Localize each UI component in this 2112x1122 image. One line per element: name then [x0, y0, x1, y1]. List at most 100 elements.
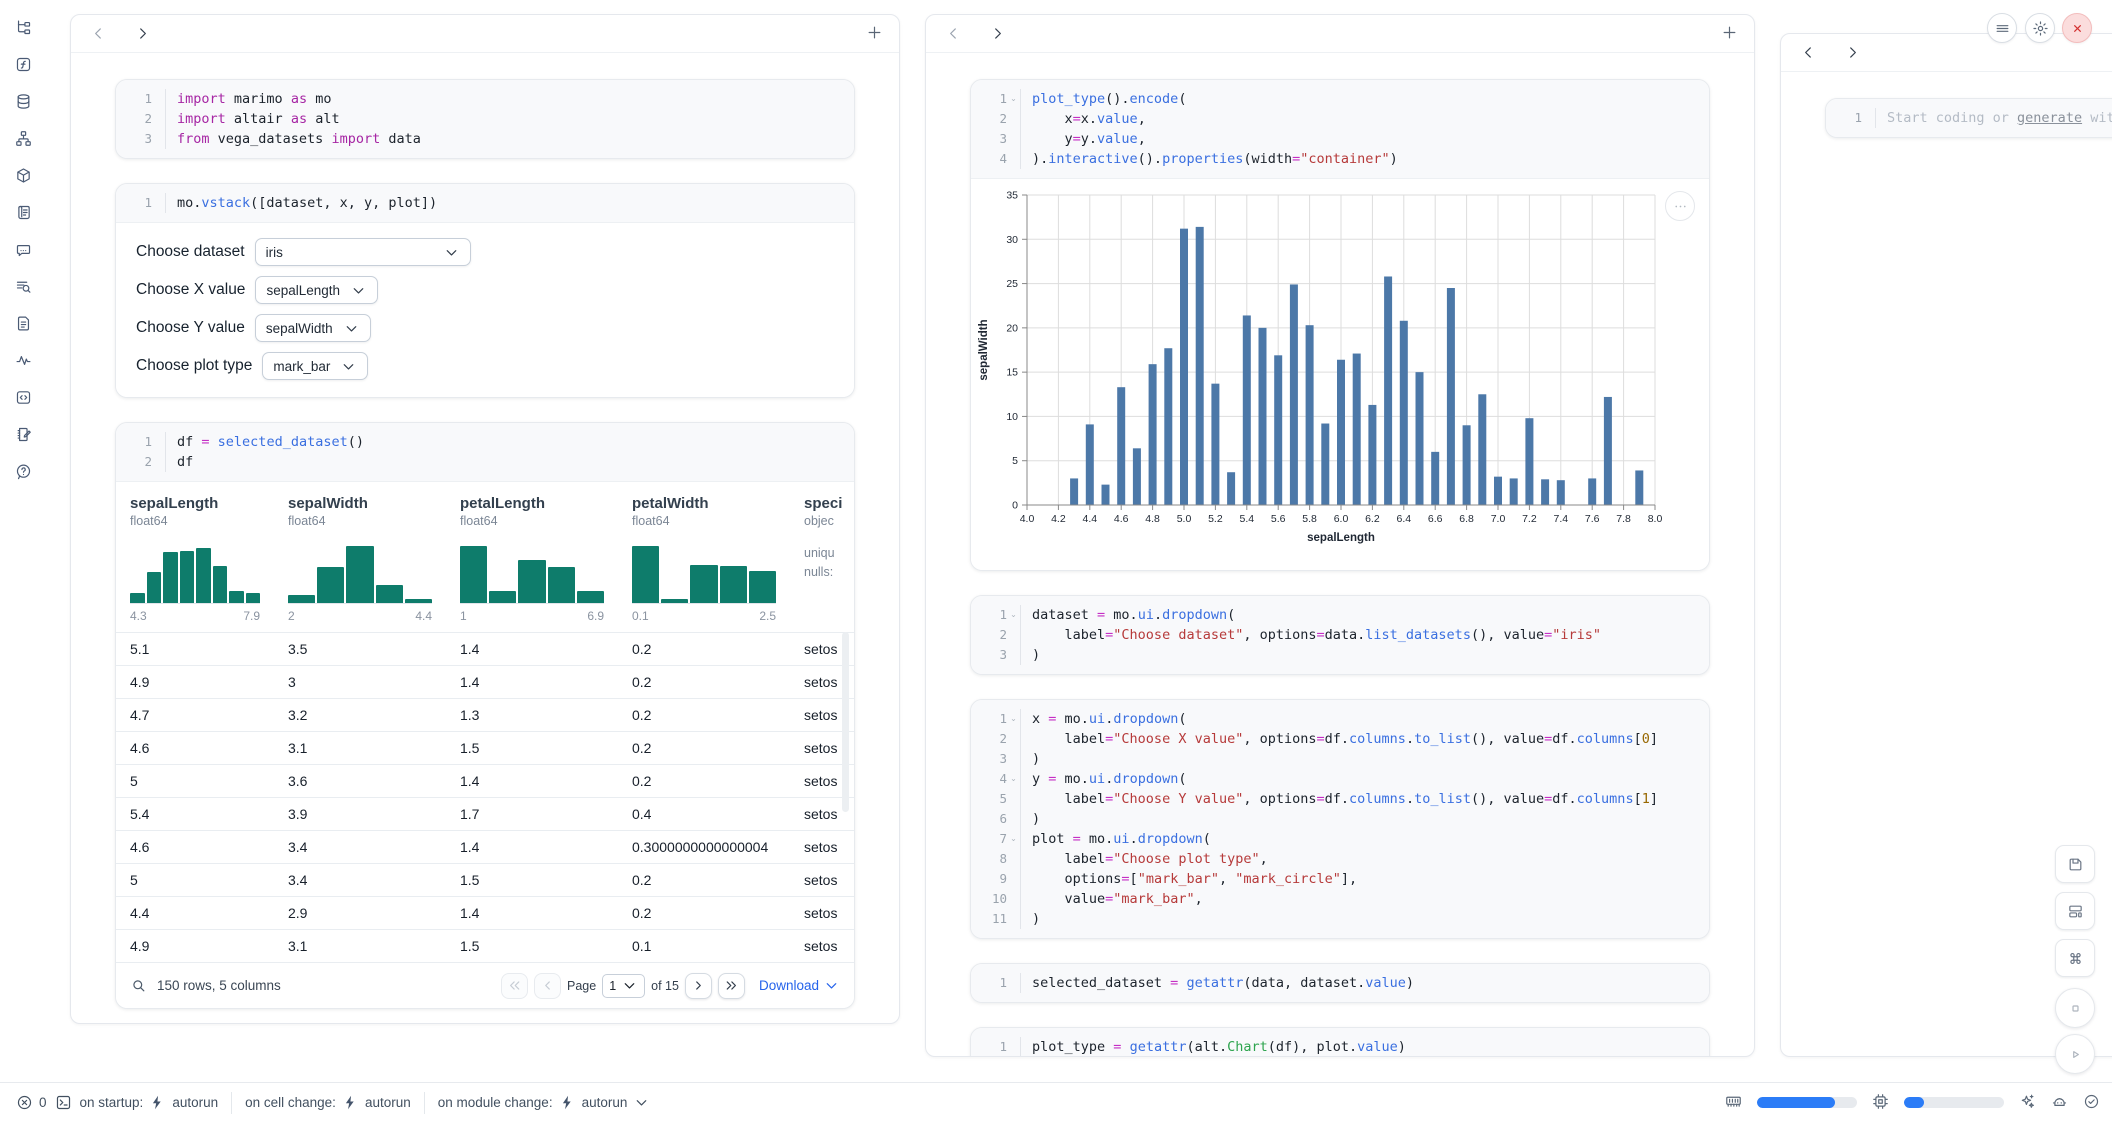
ai-assistant-button[interactable]	[2019, 1093, 2036, 1113]
fold-toggle-icon[interactable]: ⌄	[1007, 605, 1020, 625]
notebook-menu-button[interactable]	[1987, 13, 2017, 43]
code-cell-dataframe: 1df = selected_dataset()2df sepalLengthf…	[115, 422, 855, 1009]
table-column-header[interactable]: petalWidthfloat640.12.5	[618, 495, 790, 623]
code-editor[interactable]: 1⌄dataset = mo.ui.dropdown(2 label="Choo…	[971, 596, 1709, 674]
activity-pulse-icon	[15, 352, 32, 369]
sidebar-functions-button[interactable]	[8, 53, 38, 76]
code-editor[interactable]: 1⌄plot_type().encode(2 x=x.value,3 y=y.v…	[971, 80, 1709, 178]
table-column-header[interactable]: sepalWidthfloat6424.4	[274, 495, 446, 623]
code-line: 3from vega_datasets import data	[120, 129, 842, 149]
panel-next-button[interactable]	[1841, 42, 1863, 64]
run-all-button[interactable]	[2055, 1034, 2095, 1074]
terminal-button[interactable]	[51, 1094, 76, 1111]
close-panel-button[interactable]	[2062, 13, 2092, 43]
sidebar-chat-bot-button[interactable]	[8, 238, 38, 261]
table-cell: 0.2	[618, 707, 790, 723]
table-column-header[interactable]: sepalLengthfloat644.37.9	[116, 495, 274, 623]
code-text: x = mo.ui.dropdown(	[1020, 709, 1187, 729]
code-text: plot_type().encode(	[1020, 89, 1186, 109]
stop-button[interactable]	[2055, 988, 2095, 1028]
add-cell-button[interactable]	[866, 24, 883, 44]
table-scrollbar[interactable]	[842, 632, 849, 812]
page-select[interactable]: 1	[602, 974, 645, 998]
generate-link[interactable]: generate	[2017, 110, 2082, 126]
code-editor[interactable]: 1Start coding or generate with	[1826, 99, 2112, 137]
code-editor[interactable]: 1⌄x = mo.ui.dropdown(2 label="Choose X v…	[971, 700, 1709, 938]
column-name: sepalLength	[130, 495, 260, 512]
layout-button[interactable]	[2055, 892, 2095, 930]
fold-toggle-icon[interactable]: ⌄	[1007, 89, 1020, 109]
panel-prev-button[interactable]	[942, 23, 964, 45]
settings-button[interactable]	[2025, 13, 2055, 43]
sidebar-document-button[interactable]	[8, 312, 38, 335]
errors-indicator[interactable]: 0	[12, 1094, 51, 1111]
sidebar-database-button[interactable]	[8, 90, 38, 113]
fold-toggle-icon[interactable]: ⌄	[1007, 769, 1020, 789]
dropdown-select[interactable]: sepalWidth	[255, 314, 371, 342]
logs-search-icon	[15, 278, 32, 295]
sidebar-logs-search-button[interactable]	[8, 275, 38, 298]
line-number: 6	[975, 809, 1007, 829]
histogram-bar	[489, 591, 516, 603]
next-page-button[interactable]	[685, 973, 712, 999]
save-button[interactable]	[2055, 845, 2095, 883]
run-setting-1[interactable]: on startup:autorun	[76, 1094, 223, 1111]
sidebar-activity-pulse-button[interactable]	[8, 349, 38, 372]
code-text: selected_dataset = getattr(data, dataset…	[1020, 973, 1414, 993]
code-editor[interactable]: 1mo.vstack([dataset, x, y, plot])	[116, 184, 854, 222]
table-cell: 5	[116, 872, 274, 888]
svg-text:7.6: 7.6	[1585, 513, 1600, 525]
first-page-button[interactable]	[501, 973, 528, 999]
last-page-button[interactable]	[718, 973, 745, 999]
panel-prev-button[interactable]	[87, 23, 109, 45]
panel-next-button[interactable]	[131, 23, 153, 45]
fold-toggle-icon[interactable]: ⌄	[1007, 709, 1020, 729]
control-row: Choose Y valuesepalWidth	[136, 314, 834, 342]
sidebar-help-button[interactable]	[8, 460, 38, 483]
dropdown-select[interactable]: mark_bar	[262, 352, 368, 380]
code-line: 10 value="mark_bar",	[975, 889, 1697, 909]
dropdown-select[interactable]: sepalLength	[255, 276, 378, 304]
bot-button[interactable]	[2051, 1093, 2068, 1113]
sidebar-file-tree-button[interactable]	[8, 16, 38, 39]
table-row: 53.61.40.2setos	[116, 764, 854, 797]
code-editor[interactable]: 1df = selected_dataset()2df	[116, 423, 854, 481]
code-editor[interactable]: 1import marimo as mo2import altair as al…	[116, 80, 854, 158]
prev-page-button[interactable]	[534, 973, 561, 999]
sidebar-package-button[interactable]	[8, 164, 38, 187]
run-setting-3[interactable]: on module change:autorun	[434, 1094, 655, 1111]
download-button[interactable]: Download	[759, 977, 840, 994]
code-text: mo.vstack([dataset, x, y, plot])	[165, 193, 437, 213]
table-column-header[interactable]: petalLengthfloat6416.9	[446, 495, 618, 623]
histogram-range: 24.4	[288, 609, 432, 623]
chevron-left-icon	[945, 25, 962, 42]
sidebar-dependency-graph-button[interactable]	[8, 127, 38, 150]
table-column-header[interactable]: speciobjecuniqunulls:	[790, 495, 854, 623]
dropdown-select[interactable]: iris	[255, 238, 471, 266]
sidebar-scratchpad-button[interactable]	[8, 423, 38, 446]
panel-next-button[interactable]	[986, 23, 1008, 45]
table-cell: 0.3000000000000004	[618, 839, 790, 855]
svg-text:6.8: 6.8	[1459, 513, 1474, 525]
code-editor[interactable]: 1selected_dataset = getattr(data, datase…	[971, 964, 1709, 1002]
panel-prev-button[interactable]	[1797, 42, 1819, 64]
run-setting-2[interactable]: on cell change:autorun	[241, 1094, 415, 1111]
code-text: plot_type = getattr(alt.Chart(df), plot.…	[1020, 1037, 1406, 1057]
chevron-down-icon	[350, 282, 367, 299]
table-search-button[interactable]	[130, 977, 147, 995]
chev-prev-icon	[539, 977, 556, 994]
line-number: 8	[975, 849, 1007, 869]
connection-status-button[interactable]	[2083, 1093, 2100, 1113]
code-cell-imports: 1import marimo as mo2import altair as al…	[115, 79, 855, 159]
add-cell-button[interactable]	[1721, 24, 1738, 44]
line-number: 2	[975, 729, 1007, 749]
sidebar-scroll-button[interactable]	[8, 201, 38, 224]
chart-menu-button[interactable]	[1665, 191, 1695, 221]
code-editor[interactable]: 1plot_type = getattr(alt.Chart(df), plot…	[971, 1028, 1709, 1057]
shortcuts-button[interactable]	[2055, 939, 2095, 977]
code-cell-selected-dataset: 1selected_dataset = getattr(data, datase…	[970, 963, 1710, 1003]
fold-toggle-icon[interactable]: ⌄	[1007, 829, 1020, 849]
bar-chart-svg[interactable]: 4.04.24.44.64.85.05.25.45.65.86.06.26.46…	[971, 187, 1710, 559]
svg-text:10: 10	[1006, 411, 1018, 423]
sidebar-code-block-button[interactable]	[8, 386, 38, 409]
